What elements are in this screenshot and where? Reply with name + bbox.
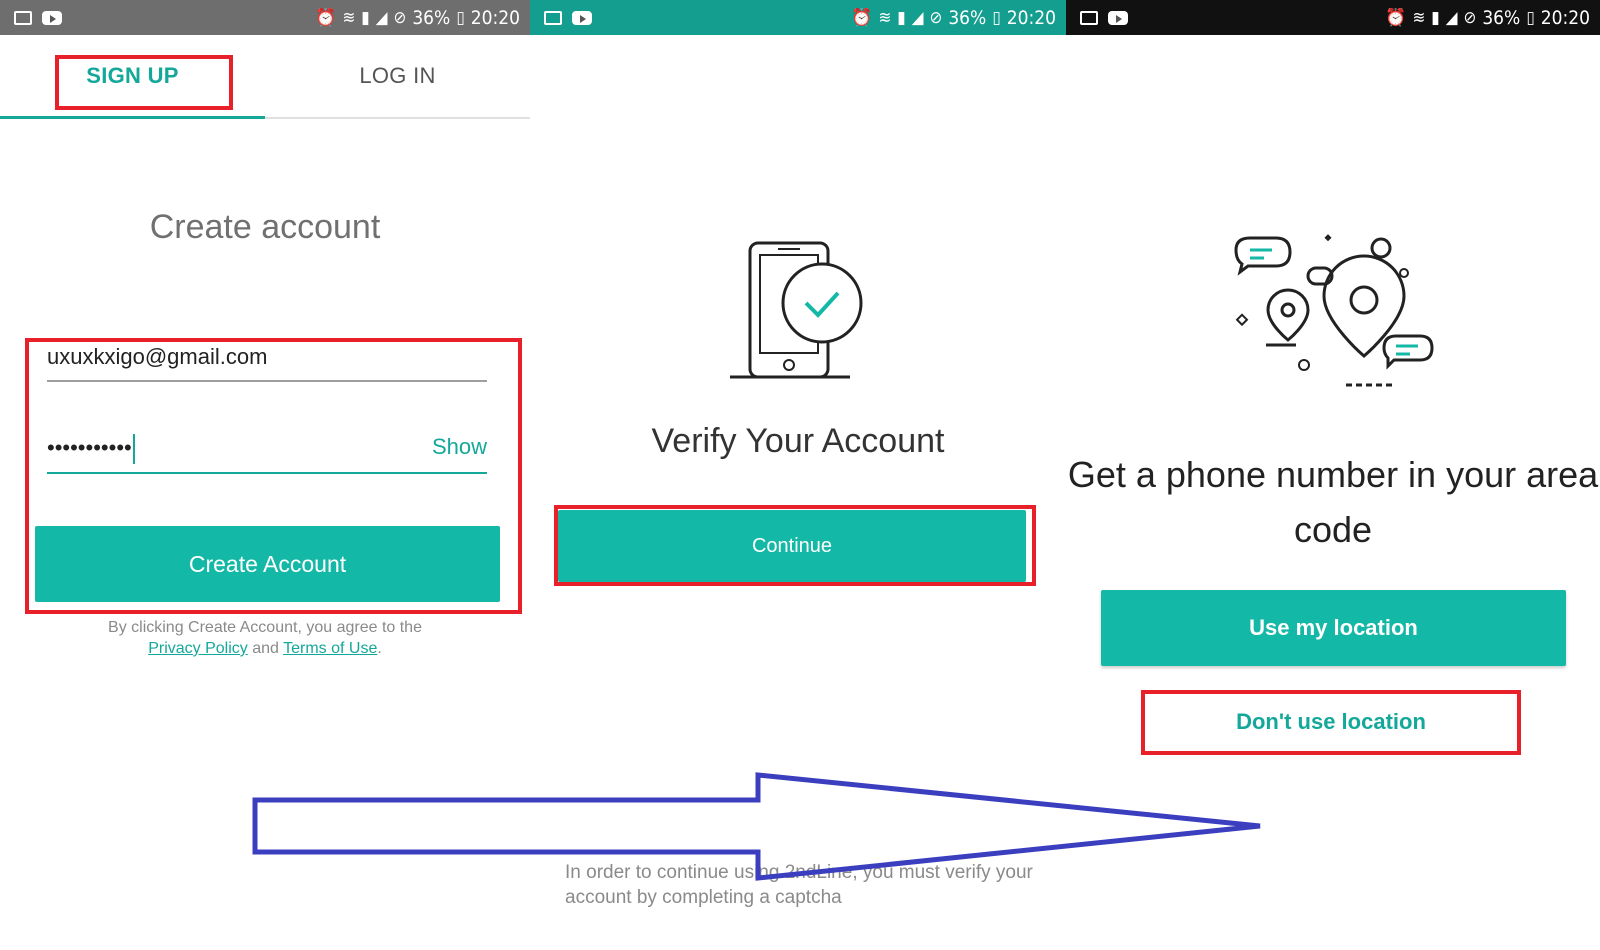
email-field[interactable]: uxuxkxigo@gmail.com bbox=[47, 344, 487, 382]
alarm-icon: ⏰ bbox=[1385, 7, 1407, 28]
status-bar: ⏰ ≋ ▮ ◢ ⊘ 36% ▯ 20:20 bbox=[530, 0, 1066, 35]
active-tab-indicator bbox=[0, 116, 265, 119]
status-bar: ⏰ ≋ ▮ ◢ ⊘ 36% ▯ 20:20 bbox=[0, 0, 530, 35]
page-title: Get a phone number in your area code bbox=[1067, 454, 1599, 550]
wifi-icon: ≋ bbox=[878, 7, 892, 28]
tab-sign-up[interactable]: SIGN UP bbox=[0, 35, 265, 117]
battery-icon: ▯ bbox=[456, 7, 465, 28]
dnd-icon: ⊘ bbox=[393, 7, 407, 28]
wifi-icon: ≋ bbox=[342, 7, 356, 28]
location-screen: ⏰ ≋ ▮ ◢ ⊘ 36% ▯ 20:20 Get a phone number… bbox=[1066, 0, 1600, 950]
wifi-icon: ≋ bbox=[1412, 7, 1426, 28]
sim-icon: ▮ bbox=[361, 7, 370, 28]
battery-percent: 36% bbox=[1482, 6, 1521, 29]
legal-notice: By clicking Create Account, you agree to… bbox=[0, 617, 530, 659]
phone-check-icon bbox=[730, 241, 863, 379]
sim-icon: ▮ bbox=[897, 7, 906, 28]
password-field[interactable]: ••••••••••• Show bbox=[47, 434, 487, 474]
continue-button[interactable]: Continue bbox=[558, 510, 1026, 582]
legal-prefix: By clicking Create Account, you agree to… bbox=[108, 619, 422, 636]
text-cursor bbox=[132, 434, 135, 464]
status-bar: ⏰ ≋ ▮ ◢ ⊘ 36% ▯ 20:20 bbox=[1066, 0, 1600, 35]
clock: 20:20 bbox=[470, 6, 520, 29]
youtube-icon bbox=[572, 10, 592, 25]
legal-and: and bbox=[252, 640, 279, 657]
signal-icon: ◢ bbox=[911, 7, 924, 28]
use-my-location-button[interactable]: Use my location bbox=[1101, 590, 1566, 666]
create-account-button[interactable]: Create Account bbox=[35, 526, 500, 602]
location-chat-icon bbox=[1234, 234, 1434, 387]
sim-icon: ▮ bbox=[1431, 7, 1440, 28]
clock: 20:20 bbox=[1006, 6, 1056, 29]
legal-suffix: . bbox=[377, 640, 382, 657]
terms-of-use-link[interactable]: Terms of Use bbox=[283, 640, 377, 657]
captcha-note: In order to continue using 2ndLine, you … bbox=[565, 862, 1033, 908]
signup-screen: ⏰ ≋ ▮ ◢ ⊘ 36% ▯ 20:20 SIGN UP LOG IN Cre… bbox=[0, 0, 530, 950]
show-password-button[interactable]: Show bbox=[432, 434, 487, 460]
dnd-icon: ⊘ bbox=[1463, 7, 1477, 28]
password-value: ••••••••••• bbox=[47, 434, 132, 460]
alarm-icon: ⏰ bbox=[851, 7, 873, 28]
battery-icon: ▯ bbox=[992, 7, 1001, 28]
clock: 20:20 bbox=[1540, 6, 1590, 29]
page-title: Verify Your Account bbox=[651, 422, 945, 460]
alarm-icon: ⏰ bbox=[315, 7, 337, 28]
signal-icon: ◢ bbox=[1445, 7, 1458, 28]
battery-icon: ▯ bbox=[1526, 7, 1535, 28]
youtube-icon bbox=[42, 10, 62, 25]
email-value: uxuxkxigo@gmail.com bbox=[47, 344, 268, 369]
battery-percent: 36% bbox=[948, 6, 987, 29]
signal-icon: ◢ bbox=[375, 7, 388, 28]
gallery-icon bbox=[14, 10, 32, 25]
tab-log-in[interactable]: LOG IN bbox=[265, 35, 530, 117]
page-title: Create account bbox=[149, 208, 381, 246]
verify-screen: ⏰ ≋ ▮ ◢ ⊘ 36% ▯ 20:20 Verify Your Accoun… bbox=[530, 0, 1066, 950]
privacy-policy-link[interactable]: Privacy Policy bbox=[148, 640, 248, 657]
gallery-icon bbox=[544, 10, 562, 25]
youtube-icon bbox=[1108, 10, 1128, 25]
auth-tabs: SIGN UP LOG IN bbox=[0, 35, 530, 119]
dnd-icon: ⊘ bbox=[929, 7, 943, 28]
dont-use-location-button[interactable]: Don't use location bbox=[1141, 692, 1521, 752]
gallery-icon bbox=[1080, 10, 1098, 25]
battery-percent: 36% bbox=[412, 6, 451, 29]
